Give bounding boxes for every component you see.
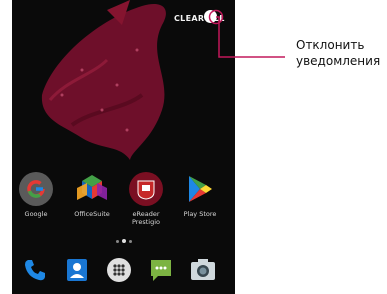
annotation-line-2: уведомления (296, 54, 381, 68)
annotation-line-1: Отклонить (296, 38, 365, 52)
annotation-text: Отклонить уведомления (296, 37, 380, 69)
